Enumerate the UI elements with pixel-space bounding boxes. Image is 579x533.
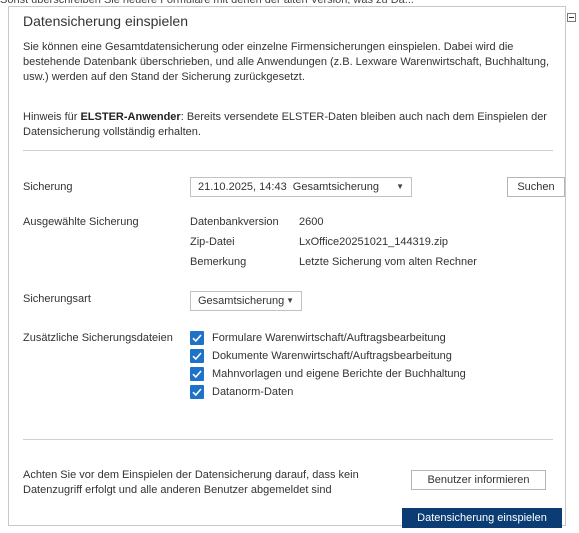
selected-backup-label: Ausgewählte Sicherung xyxy=(23,216,139,228)
zip-file-key: Zip-Datei xyxy=(190,236,235,248)
checkbox-dokumente-label: Dokumente Warenwirtschaft/Auftragsbearbe… xyxy=(212,350,452,362)
checkbox-dokumente[interactable] xyxy=(190,349,204,363)
checkbox-formulare-label: Formulare Warenwirtschaft/Auftragsbearbe… xyxy=(212,332,446,344)
zip-file-value: LxOffice20251021_144319.zip xyxy=(299,236,449,248)
divider-bottom xyxy=(23,439,553,440)
checkbox-datanorm[interactable] xyxy=(190,385,204,399)
elster-hint: Hinweis für ELSTER-Anwender: Bereits ver… xyxy=(23,110,553,140)
chevron-down-icon: ▼ xyxy=(286,296,294,305)
inform-users-button[interactable]: Benutzer informieren xyxy=(411,470,546,490)
backup-type-label: Sicherungsart xyxy=(23,293,91,305)
checkbox-mahnvorlagen-label: Mahnvorlagen und eigene Berichte der Buc… xyxy=(212,368,466,380)
checkmark-icon xyxy=(192,334,202,343)
checkbox-datanorm-label: Datanorm-Daten xyxy=(212,386,294,398)
chevron-down-icon: ▼ xyxy=(396,182,404,191)
checkmark-icon xyxy=(192,352,202,361)
sicherung-select[interactable]: 21.10.2025, 14:43 Gesamtsicherung ▼ xyxy=(190,177,412,197)
truncated-top-text: Sonst überschreiben Sie neuere Formulare… xyxy=(0,0,579,4)
remark-value: Letzte Sicherung vom alten Rechner xyxy=(299,256,477,268)
sicherung-label: Sicherung xyxy=(23,181,73,193)
restore-backup-panel: Datensicherung einspielen Sie können ein… xyxy=(8,6,566,528)
hint-bold: ELSTER-Anwender xyxy=(80,111,181,123)
hint-prefix: Hinweis für xyxy=(23,111,81,123)
remark-key: Bemerkung xyxy=(190,256,247,268)
sicherung-selected-value: 21.10.2025, 14:43 Gesamtsicherung xyxy=(198,181,380,193)
collapse-icon[interactable] xyxy=(567,13,576,22)
panel-title: Datensicherung einspielen xyxy=(23,13,188,29)
checkmark-icon xyxy=(192,388,202,397)
backup-type-select[interactable]: Gesamtsicherung ▼ xyxy=(190,291,302,311)
extra-files-label: Zusätzliche Sicherungsdateien xyxy=(23,332,173,344)
db-version-key: Datenbankversion xyxy=(190,216,279,228)
checkbox-formulare[interactable] xyxy=(190,331,204,345)
footer-warning: Achten Sie vor dem Einspielen der Datens… xyxy=(23,469,359,496)
intro-text: Sie können eine Gesamtdatensicherung ode… xyxy=(23,41,550,83)
restore-backup-button[interactable]: Datensicherung einspielen xyxy=(402,508,562,528)
checkbox-mahnvorlagen[interactable] xyxy=(190,367,204,381)
divider-top xyxy=(23,150,553,151)
backup-type-selected-value: Gesamtsicherung xyxy=(198,295,285,307)
db-version-value: 2600 xyxy=(299,216,324,228)
search-button[interactable]: Suchen xyxy=(507,177,565,197)
checkmark-icon xyxy=(192,370,202,379)
